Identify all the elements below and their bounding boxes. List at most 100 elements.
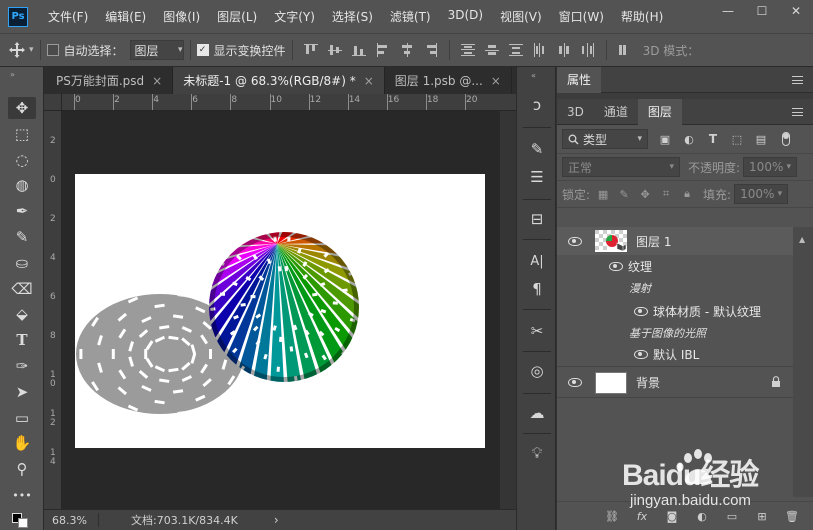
lock-transparent-icon[interactable]: ▦ xyxy=(595,187,611,201)
tab-3d[interactable]: 3D xyxy=(557,99,594,125)
background-color-swatch[interactable] xyxy=(18,518,28,528)
lock-pixels-icon[interactable]: ✎ xyxy=(616,187,632,201)
move-tool-icon[interactable]: ✥ xyxy=(8,97,36,119)
visibility-eye-icon[interactable] xyxy=(634,306,648,316)
path-select-tool-icon[interactable]: ➤ xyxy=(8,381,36,403)
quick-select-tool-icon[interactable]: ◍ xyxy=(8,174,36,196)
layer-comps-icon[interactable]: ⊟ xyxy=(527,209,547,229)
align-bottom-icon[interactable] xyxy=(351,43,366,57)
trash-icon[interactable]: 🗑︎ xyxy=(783,508,801,524)
filter-pixel-icon[interactable]: ▣ xyxy=(658,132,672,146)
ruler-origin[interactable] xyxy=(44,94,62,111)
auto-select-checkbox[interactable] xyxy=(46,44,59,56)
filter-type-icon[interactable]: T xyxy=(706,132,720,146)
document-canvas[interactable] xyxy=(75,174,485,448)
menu-item[interactable]: 窗口(W) xyxy=(559,8,604,25)
visibility-eye-icon[interactable] xyxy=(634,350,648,359)
filter-smart-object-icon[interactable]: ▤ xyxy=(754,132,768,146)
tools-icon[interactable]: ✂ xyxy=(527,321,547,341)
hand-tool-icon[interactable]: ✋ xyxy=(8,432,36,454)
history-icon[interactable]: ↄ xyxy=(527,95,547,115)
auto-select-target-select[interactable]: 图层 ▾ xyxy=(129,40,184,60)
show-transform-checkbox[interactable]: ✓ xyxy=(196,44,209,56)
adjust-sliders-icon[interactable]: ☰ xyxy=(527,167,547,187)
layer-name[interactable]: 背景 xyxy=(636,374,660,391)
new-layer-icon[interactable]: ⊞ xyxy=(753,508,771,524)
distribute-hcenter-icon[interactable] xyxy=(557,43,571,57)
lock-position-icon[interactable]: ✥ xyxy=(637,187,653,201)
tab-layers[interactable]: 图层 xyxy=(637,98,682,125)
filter-adjustment-icon[interactable]: ◐ xyxy=(682,132,696,146)
tool-preset-chevron-icon[interactable]: ▾ xyxy=(29,45,34,55)
menu-item[interactable]: 图像(I) xyxy=(163,8,200,25)
canvas-workspace[interactable] xyxy=(62,111,500,509)
vertical-scrollbar[interactable] xyxy=(500,111,516,509)
lock-artboard-icon[interactable]: ⌗ xyxy=(658,187,674,201)
menu-item[interactable]: 文字(Y) xyxy=(274,8,315,25)
mask-icon[interactable]: ◙ xyxy=(663,508,681,524)
align-top-icon[interactable] xyxy=(303,43,318,57)
toolbar-collapse-icon[interactable]: » xyxy=(10,70,15,79)
marquee-tool-icon[interactable]: ⬚ xyxy=(8,123,36,145)
auto-align-icon[interactable] xyxy=(618,43,632,57)
fx-icon[interactable]: fx xyxy=(633,508,651,524)
ruler-horizontal[interactable]: 0 2 4 6 8 10 12 14 16 18 20 xyxy=(62,94,516,111)
lasso-tool-icon[interactable]: ◌ xyxy=(8,149,36,171)
more-tools-icon[interactable]: ••• xyxy=(8,484,36,506)
character-icon[interactable]: A| xyxy=(527,251,547,271)
menu-item[interactable]: 滤镜(T) xyxy=(390,8,431,25)
menu-item[interactable]: 编辑(E) xyxy=(105,8,146,25)
move-tool-icon[interactable] xyxy=(8,41,26,59)
paragraph-icon[interactable]: ¶ xyxy=(527,279,547,299)
learn-icon[interactable]: 💡︎ xyxy=(527,443,547,463)
layers-scrollbar[interactable]: ▲ xyxy=(793,227,813,497)
close-button[interactable]: ✕ xyxy=(779,0,813,22)
menu-item[interactable]: 图层(L) xyxy=(217,8,257,25)
eyedropper-tool-icon[interactable]: ✒ xyxy=(8,200,36,222)
type-tool-icon[interactable]: T xyxy=(8,329,36,351)
stamp-tool-icon[interactable]: ⛀ xyxy=(8,252,36,274)
blend-mode-select[interactable]: 正常 ▾ xyxy=(562,157,680,177)
align-left-icon[interactable] xyxy=(376,43,390,57)
lock-all-icon[interactable]: 🔒︎ xyxy=(679,187,695,201)
link-icon[interactable]: ⛓ xyxy=(603,508,621,524)
3d-icon[interactable]: ◎ xyxy=(527,361,547,381)
distribute-right-icon[interactable] xyxy=(581,43,595,57)
status-menu-arrow-icon[interactable]: › xyxy=(274,513,279,527)
eraser-tool-icon[interactable]: ⌫ xyxy=(8,278,36,300)
creative-cloud-icon[interactable]: ☁ xyxy=(527,403,547,423)
distribute-top-icon[interactable] xyxy=(460,43,475,57)
visibility-eye-icon[interactable] xyxy=(568,378,582,387)
panel-menu-icon[interactable] xyxy=(792,76,803,84)
color-swatches[interactable] xyxy=(10,513,34,529)
menu-item[interactable]: 帮助(H) xyxy=(621,8,663,25)
opacity-input[interactable]: 100% ▾ xyxy=(743,157,798,177)
menu-item[interactable]: 3D(D) xyxy=(448,8,483,25)
menu-item[interactable]: 视图(V) xyxy=(500,8,542,25)
layer-row-3d[interactable]: 图层 1 xyxy=(557,227,793,255)
layer-name[interactable]: 图层 1 xyxy=(636,233,671,250)
tab-document[interactable]: 图层 1.psb @... × xyxy=(385,67,512,94)
close-icon[interactable]: × xyxy=(364,74,374,88)
brush-tool-icon[interactable]: ✎ xyxy=(8,226,36,248)
adjustment-icon[interactable]: ◐ xyxy=(693,508,711,524)
tab-channels[interactable]: 通道 xyxy=(594,99,638,125)
layer-row-background[interactable]: 背景 xyxy=(557,368,793,398)
layer-sub-default-ibl[interactable]: 默认 IBL xyxy=(557,343,793,367)
visibility-eye-icon[interactable] xyxy=(568,236,582,246)
visibility-eye-icon[interactable] xyxy=(609,261,623,271)
distribute-bottom-icon[interactable] xyxy=(508,43,523,57)
menu-item[interactable]: 文件(F) xyxy=(48,8,88,25)
rectangle-tool-icon[interactable]: ▭ xyxy=(8,407,36,429)
dock-expand-icon[interactable]: « xyxy=(531,71,536,80)
zoom-level[interactable]: 68.3% xyxy=(52,514,92,527)
tab-document[interactable]: 未标题-1 @ 68.3%(RGB/8#) * × xyxy=(173,67,385,94)
close-icon[interactable]: × xyxy=(491,74,501,88)
minimize-button[interactable]: — xyxy=(711,0,745,22)
layer-sub-material[interactable]: 球体材质 - 默认纹理 xyxy=(557,299,793,323)
distribute-left-icon[interactable] xyxy=(533,43,547,57)
panel-menu-icon[interactable] xyxy=(792,108,803,116)
filter-kind-select[interactable]: 类型 ▾ xyxy=(562,129,648,149)
layer-sub-textures[interactable]: 纹理 xyxy=(557,255,793,277)
menu-item[interactable]: 选择(S) xyxy=(332,8,373,25)
